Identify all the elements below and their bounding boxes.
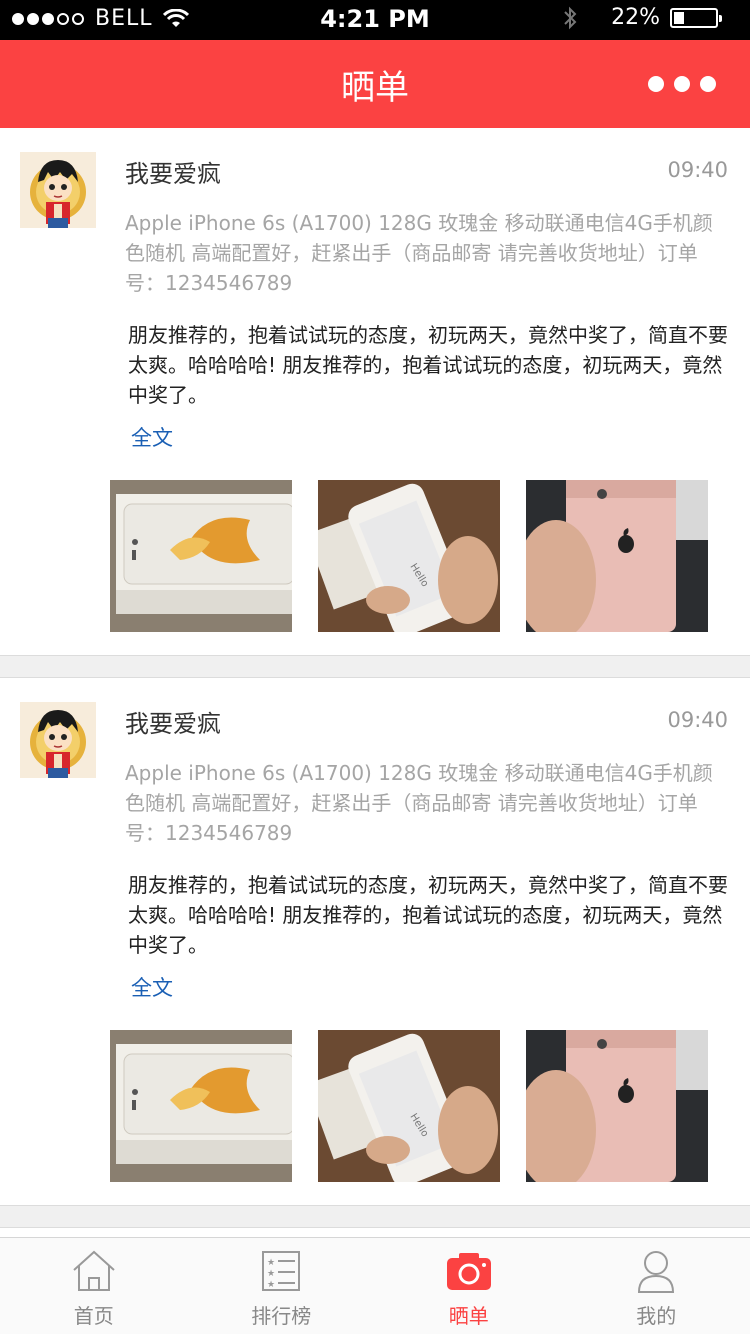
more-options-button[interactable] [638, 76, 716, 92]
nav-header: 晒单 [0, 40, 750, 128]
tab-label: 首页 [73, 1304, 114, 1328]
tab-label: 排行榜 [251, 1304, 312, 1328]
ranking-list-icon: ★ ★ ★ [262, 1251, 301, 1291]
avatar[interactable] [20, 702, 96, 778]
product-description[interactable]: Apple iPhone 6s (A1700) 128G 玫瑰金 移动联通电信4… [125, 208, 725, 298]
tab-mine[interactable]: 我的 [563, 1238, 750, 1334]
battery-icon [670, 7, 722, 28]
tab-bar: 首页 ★ ★ ★ 排行榜 晒单 我的 [0, 1237, 750, 1334]
username[interactable]: 我要爱疯 [125, 704, 221, 739]
product-description[interactable]: Apple iPhone 6s (A1700) 128G 玫瑰金 移动联通电信4… [125, 758, 725, 848]
share-feed[interactable]: 我要爱疯 09:40 Apple iPhone 6s (A1700) 128G … [0, 128, 750, 1228]
full-text-link[interactable]: 全文 [131, 972, 173, 1002]
status-bar: BELL 4:21 PM 22% [0, 0, 750, 40]
photo-iphone-box[interactable] [110, 480, 292, 632]
post-comment: 朋友推荐的，抱着试试玩的态度，初玩两天，竟然中奖了，简直不要太爽。哈哈哈哈! 朋… [128, 323, 728, 407]
camera-icon [446, 1253, 491, 1290]
bluetooth-icon [564, 6, 577, 29]
svg-text:★: ★ [267, 1258, 275, 1268]
tab-share[interactable]: 晒单 [375, 1238, 563, 1334]
post-time: 09:40 [667, 158, 728, 182]
photo-grid: Hello [110, 480, 734, 632]
photo-iphone-hand[interactable]: Hello [318, 480, 500, 632]
more-dot-icon [674, 76, 690, 92]
photo-iphone-hand[interactable]: Hello [318, 1030, 500, 1182]
svg-text:★: ★ [267, 1280, 275, 1290]
photo-iphone-back[interactable] [526, 480, 708, 632]
svg-text:★: ★ [267, 1269, 275, 1279]
photo-iphone-box[interactable] [110, 1030, 292, 1182]
home-icon [73, 1250, 115, 1291]
user-icon [638, 1251, 675, 1293]
feed-divider [0, 1206, 750, 1228]
post-comment: 朋友推荐的，抱着试试玩的态度，初玩两天，竟然中奖了，简直不要太爽。哈哈哈哈! 朋… [128, 873, 728, 957]
battery-info: 22% [563, 5, 722, 30]
tab-label: 晒单 [448, 1304, 489, 1328]
avatar[interactable] [20, 152, 96, 228]
share-post: 我要爱疯 09:40 Apple iPhone 6s (A1700) 128G … [0, 678, 750, 1206]
tab-home[interactable]: 首页 [0, 1238, 188, 1334]
full-text-link[interactable]: 全文 [131, 422, 173, 452]
tab-ranking[interactable]: ★ ★ ★ 排行榜 [188, 1238, 376, 1334]
battery-percent: 22% [611, 5, 660, 30]
photo-grid: Hello [110, 1030, 734, 1182]
tab-label: 我的 [636, 1304, 677, 1328]
photo-iphone-back[interactable] [526, 1030, 708, 1182]
more-dot-icon [648, 76, 664, 92]
username[interactable]: 我要爱疯 [125, 154, 221, 189]
share-post: 我要爱疯 09:40 Apple iPhone 6s (A1700) 128G … [0, 128, 750, 656]
post-time: 09:40 [667, 708, 728, 732]
more-dot-icon [700, 76, 716, 92]
feed-divider [0, 656, 750, 678]
